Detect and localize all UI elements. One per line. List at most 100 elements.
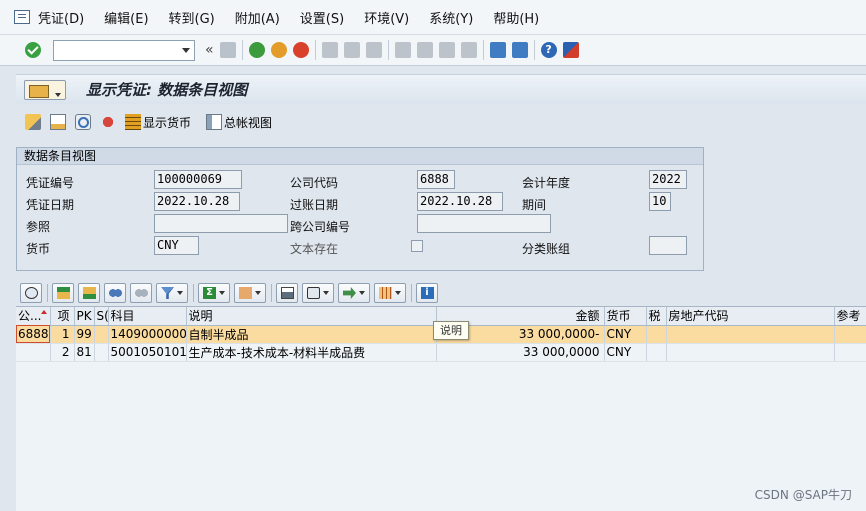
cell-tax[interactable] — [646, 343, 667, 362]
command-field[interactable] — [53, 39, 195, 61]
chevron-down-icon — [359, 291, 365, 295]
other-document-icon[interactable] — [50, 114, 66, 130]
doc-date-label: 凭证日期 — [26, 198, 75, 212]
last-page-icon[interactable] — [460, 42, 477, 58]
ledger-group-field[interactable] — [649, 236, 687, 255]
cell-posting-key[interactable]: 99 — [74, 325, 95, 344]
cell-company[interactable]: 6888 — [16, 325, 51, 344]
col-description[interactable]: 说明 — [186, 307, 437, 326]
screen-variant-button[interactable] — [24, 79, 66, 100]
cell-company[interactable] — [16, 343, 51, 362]
cell-description[interactable]: 自制半成品 — [186, 325, 437, 344]
cell-real-estate[interactable] — [666, 325, 835, 344]
menu-edit[interactable]: 编辑(E) — [104, 8, 148, 27]
display-change-icon[interactable] — [25, 114, 41, 130]
info-button[interactable]: i — [416, 283, 438, 303]
shortcut-icon[interactable] — [511, 42, 528, 58]
collapse-icon[interactable]: « — [205, 42, 214, 58]
new-session-icon[interactable] — [489, 42, 506, 58]
col-tax[interactable]: 税 — [646, 307, 667, 326]
sort-ascending-button[interactable] — [52, 283, 74, 303]
sort-descending-button[interactable] — [78, 283, 100, 303]
layout-button[interactable] — [374, 283, 406, 303]
menu-extras[interactable]: 附加(A) — [235, 8, 280, 27]
cell-special-gl[interactable] — [94, 343, 109, 362]
print-preview-button[interactable] — [276, 283, 298, 303]
display-currency-icon[interactable] — [125, 114, 141, 130]
print-icon[interactable] — [321, 42, 338, 58]
display-currency-button[interactable]: 显示货币 — [143, 114, 191, 131]
window-menu-icon[interactable] — [14, 10, 30, 24]
toolbar-separator — [482, 40, 484, 60]
doc-no-field[interactable]: 100000069 — [154, 170, 242, 189]
currency-field[interactable]: CNY — [154, 236, 199, 255]
col-company[interactable]: 公... — [16, 307, 51, 326]
gl-view-icon[interactable] — [206, 114, 223, 130]
previous-page-icon[interactable] — [416, 42, 433, 58]
total-button[interactable]: Σ — [198, 283, 230, 303]
col-reference[interactable]: 参考 — [834, 307, 866, 326]
table-row[interactable]: 2 81 5001050101 生产成本-技术成本-材料半成品费 33 000,… — [16, 343, 866, 362]
cell-account[interactable]: 1409000000 — [108, 325, 187, 344]
next-page-icon[interactable] — [438, 42, 455, 58]
cell-tax[interactable] — [646, 325, 667, 344]
cell-description[interactable]: 生产成本-技术成本-材料半成品费 — [186, 343, 437, 362]
menu-goto[interactable]: 转到(G) — [169, 8, 215, 27]
find-icon[interactable] — [343, 42, 360, 58]
enter-icon[interactable] — [25, 42, 41, 58]
document-overview-icon[interactable] — [75, 114, 91, 130]
save-icon[interactable] — [219, 42, 236, 58]
col-posting-key[interactable]: PK — [74, 307, 95, 326]
export-button[interactable] — [338, 283, 370, 303]
col-currency[interactable]: 货币 — [604, 307, 647, 326]
menu-environment[interactable]: 环境(V) — [364, 8, 409, 27]
cell-currency[interactable]: CNY — [604, 343, 647, 362]
menu-document[interactable]: 凭证(D) — [38, 8, 84, 27]
fiscal-year-field[interactable]: 2022 — [649, 170, 687, 189]
customize-layout-icon[interactable] — [562, 42, 579, 58]
col-item[interactable]: 项 — [50, 307, 75, 326]
subtotal-button[interactable] — [234, 283, 266, 303]
data-entry-view-group: 数据条目视图 凭证编号 100000069 公司代码 6888 会计年度 202… — [16, 147, 704, 271]
find-button[interactable] — [104, 283, 126, 303]
cell-posting-key[interactable]: 81 — [74, 343, 95, 362]
cell-special-gl[interactable] — [94, 325, 109, 344]
toolbar-separator — [387, 40, 389, 60]
ledger-group-label: 分类账组 — [522, 242, 571, 256]
post-date-field[interactable]: 2022.10.28 — [417, 192, 503, 211]
period-field[interactable]: 10 — [649, 192, 671, 211]
cross-cc-field[interactable] — [417, 214, 551, 233]
reference-label: 参照 — [26, 220, 51, 234]
find-next-button[interactable] — [130, 283, 152, 303]
cell-item[interactable]: 2 — [50, 343, 75, 362]
subtotal-icon — [239, 287, 252, 299]
chevron-down-icon[interactable] — [182, 47, 190, 53]
reference-field[interactable] — [154, 214, 288, 233]
col-account[interactable]: 科目 — [108, 307, 187, 326]
cancel-icon[interactable] — [292, 42, 309, 58]
details-button[interactable] — [20, 283, 42, 303]
col-special-gl[interactable]: S( — [94, 307, 109, 326]
cell-real-estate[interactable] — [666, 343, 835, 362]
menu-system[interactable]: 系统(Y) — [429, 8, 473, 27]
cell-reference[interactable] — [834, 325, 866, 344]
company-field[interactable]: 6888 — [417, 170, 455, 189]
help-icon[interactable]: ? — [540, 42, 557, 58]
views-button[interactable] — [302, 283, 334, 303]
cell-account[interactable]: 5001050101 — [108, 343, 187, 362]
cell-reference[interactable] — [834, 343, 866, 362]
cell-currency[interactable]: CNY — [604, 325, 647, 344]
cell-item[interactable]: 1 — [50, 325, 75, 344]
doc-date-field[interactable]: 2022.10.28 — [154, 192, 240, 211]
exit-icon[interactable] — [270, 42, 287, 58]
find-next-icon[interactable] — [365, 42, 382, 58]
menu-help[interactable]: 帮助(H) — [493, 8, 539, 27]
header-icon[interactable] — [100, 114, 116, 130]
cell-amount[interactable]: 33 000,0000 — [436, 343, 605, 362]
menu-settings[interactable]: 设置(S) — [300, 8, 344, 27]
gl-view-button[interactable]: 总帐视图 — [224, 114, 272, 131]
back-icon[interactable] — [248, 42, 265, 58]
filter-button[interactable] — [156, 283, 188, 303]
col-real-estate[interactable]: 房地产代码 — [666, 307, 835, 326]
first-page-icon[interactable] — [394, 42, 411, 58]
